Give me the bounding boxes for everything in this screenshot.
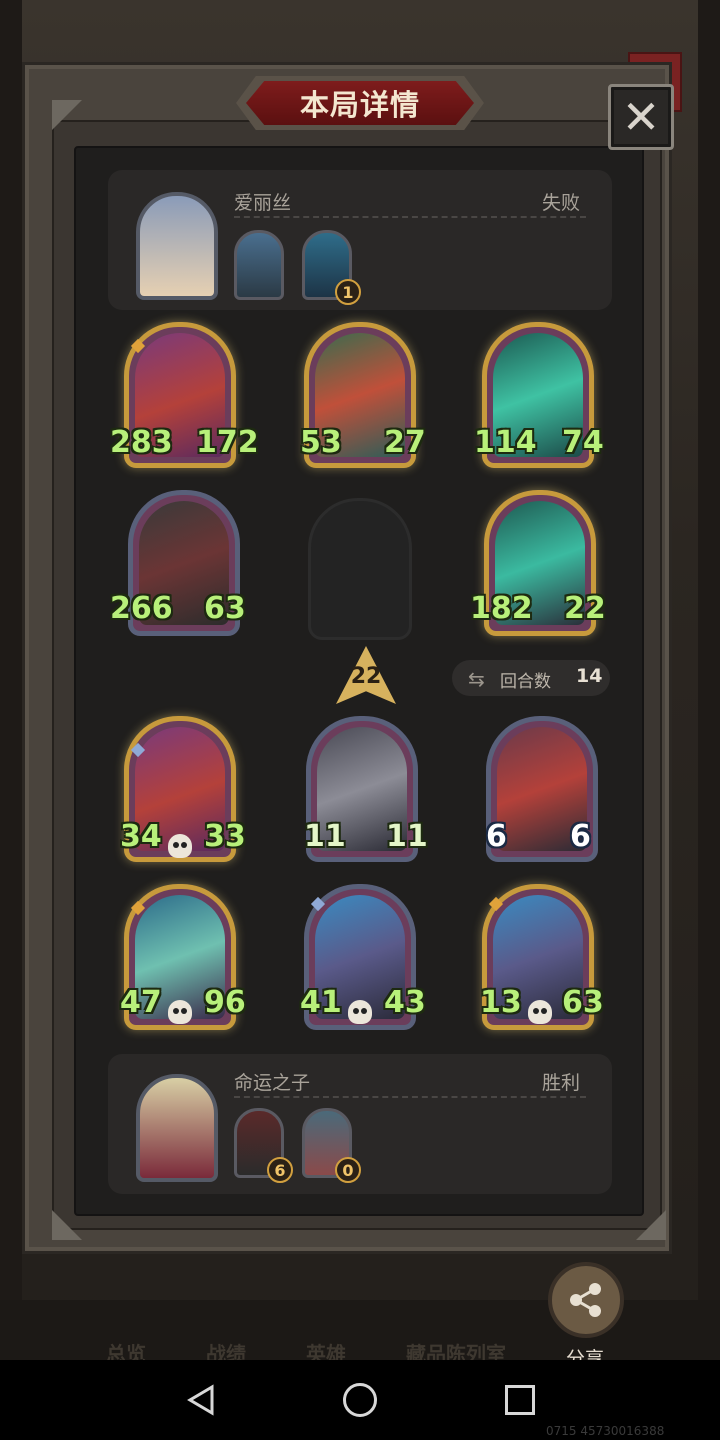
- nav-back-icon[interactable]: [186, 1384, 216, 1416]
- unit-health: 74: [562, 425, 604, 460]
- nav-home-icon[interactable]: [343, 1383, 377, 1417]
- player-result: 胜利: [542, 1072, 581, 1094]
- unit-attack: 47: [120, 985, 162, 1020]
- close-button[interactable]: ✕: [608, 84, 674, 150]
- unit-attack: 114: [474, 425, 537, 460]
- player-avatar[interactable]: [136, 1074, 218, 1182]
- unit-attack: 34: [120, 819, 162, 854]
- tavern-level: 22: [350, 664, 382, 689]
- empty-board-slot: [308, 498, 412, 640]
- unit-attack: 283: [110, 425, 173, 460]
- skull-icon: [528, 1000, 552, 1024]
- unit-health: 27: [384, 425, 426, 460]
- share-button[interactable]: [548, 1262, 624, 1338]
- skull-icon: [168, 834, 192, 858]
- divider: [234, 1096, 586, 1098]
- dialog-title: 本局详情: [299, 88, 420, 122]
- unit-attack: 266: [110, 591, 173, 626]
- item-count-badge: 6: [267, 1157, 293, 1183]
- unit-health: 63: [204, 591, 246, 626]
- unit-health: 33: [204, 819, 246, 854]
- skull-icon: [168, 1000, 192, 1024]
- unit-attack: 53: [300, 425, 342, 460]
- skull-icon: [348, 1000, 372, 1024]
- unit-health: 11: [386, 819, 428, 854]
- unit-health: 63: [562, 985, 604, 1020]
- opponent-item-1[interactable]: [234, 230, 284, 300]
- rounds-value: 14: [576, 665, 603, 687]
- unit-health: 96: [204, 985, 246, 1020]
- opponent-item-2[interactable]: 1: [302, 230, 361, 305]
- unit-attack: 41: [300, 985, 342, 1020]
- rounds-cycle-icon: ⇆: [468, 667, 485, 691]
- opponent-avatar[interactable]: [136, 192, 218, 300]
- tavern-level-marker: 22: [336, 646, 396, 704]
- player-name: 命运之子: [234, 1072, 311, 1094]
- background-right-edge: [698, 0, 720, 1360]
- nav-recents-icon[interactable]: [505, 1385, 535, 1415]
- unit-attack: 11: [304, 819, 346, 854]
- unit-health: 6: [570, 819, 591, 854]
- unit-health: 43: [384, 985, 426, 1020]
- item-count-badge: 0: [335, 1157, 361, 1183]
- unit-attack: 182: [470, 591, 533, 626]
- opponent-name: 爱丽丝: [234, 192, 292, 214]
- title-plate: 本局详情: [236, 76, 484, 130]
- item-count-badge: 1: [335, 279, 361, 305]
- opponent-info-row: 爱丽丝 失败 1: [108, 170, 612, 310]
- unit-health: 22: [564, 591, 606, 626]
- divider: [234, 216, 586, 218]
- unit-health: 172: [196, 425, 259, 460]
- unit-attack: 6: [486, 819, 507, 854]
- rounds-label: 回合数: [500, 672, 551, 692]
- share-icon: [570, 1283, 601, 1317]
- rounds-counter: ⇆ 回合数 14: [452, 660, 610, 696]
- close-icon: ✕: [621, 90, 661, 144]
- background-left-edge: [0, 0, 22, 1360]
- opponent-result: 失败: [542, 192, 581, 214]
- player-item-1[interactable]: 6: [234, 1108, 293, 1183]
- unit-attack: 13: [480, 985, 522, 1020]
- player-item-2[interactable]: 0: [302, 1108, 361, 1183]
- player-info-row: 命运之子 胜利 6 0: [108, 1054, 612, 1194]
- watermark: 0715 45730016388: [546, 1424, 665, 1438]
